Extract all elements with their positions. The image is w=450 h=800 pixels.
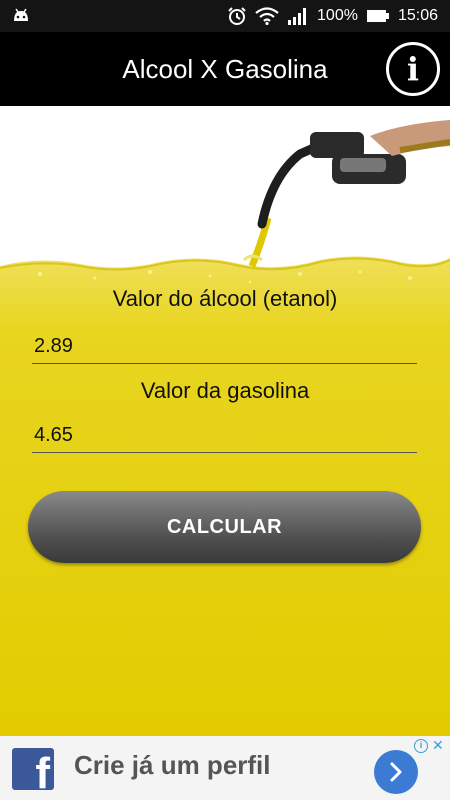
alarm-icon bbox=[227, 6, 247, 26]
ad-text[interactable]: Crie já um perfil bbox=[74, 750, 271, 781]
ad-arrow-button[interactable] bbox=[374, 750, 418, 794]
gasoline-label: Valor da gasolina bbox=[140, 378, 310, 403]
facebook-letter: f bbox=[35, 749, 50, 791]
close-icon[interactable]: ✕ bbox=[432, 737, 444, 753]
ad-banner[interactable]: f Crie já um perfil i ✕ bbox=[0, 736, 450, 800]
adchoices-icon[interactable]: i bbox=[414, 739, 428, 753]
app-title: Alcool X Gasolina bbox=[122, 54, 328, 84]
facebook-icon: f bbox=[12, 748, 54, 790]
app-bar: Alcool X Gasolina i bbox=[0, 32, 450, 106]
status-bar: 100% 15:06 bbox=[0, 0, 450, 32]
info-button[interactable]: i bbox=[386, 42, 440, 96]
signal-icon bbox=[287, 7, 309, 25]
android-icon bbox=[12, 7, 30, 23]
chevron-right-icon bbox=[390, 762, 402, 782]
battery-icon bbox=[366, 8, 390, 24]
info-icon: i bbox=[406, 50, 420, 88]
alcohol-label: Valor do álcool (etanol) bbox=[112, 286, 338, 311]
main-content: Valor do álcool (etanol) Valor da gasoli… bbox=[0, 106, 450, 736]
alcohol-value-input[interactable] bbox=[32, 330, 417, 364]
gasoline-value-input[interactable] bbox=[32, 419, 417, 453]
calculate-button[interactable]: CALCULAR bbox=[28, 491, 421, 563]
clock: 15:06 bbox=[397, 7, 438, 24]
battery-percent: 100% bbox=[317, 7, 358, 24]
wifi-icon bbox=[255, 7, 279, 25]
